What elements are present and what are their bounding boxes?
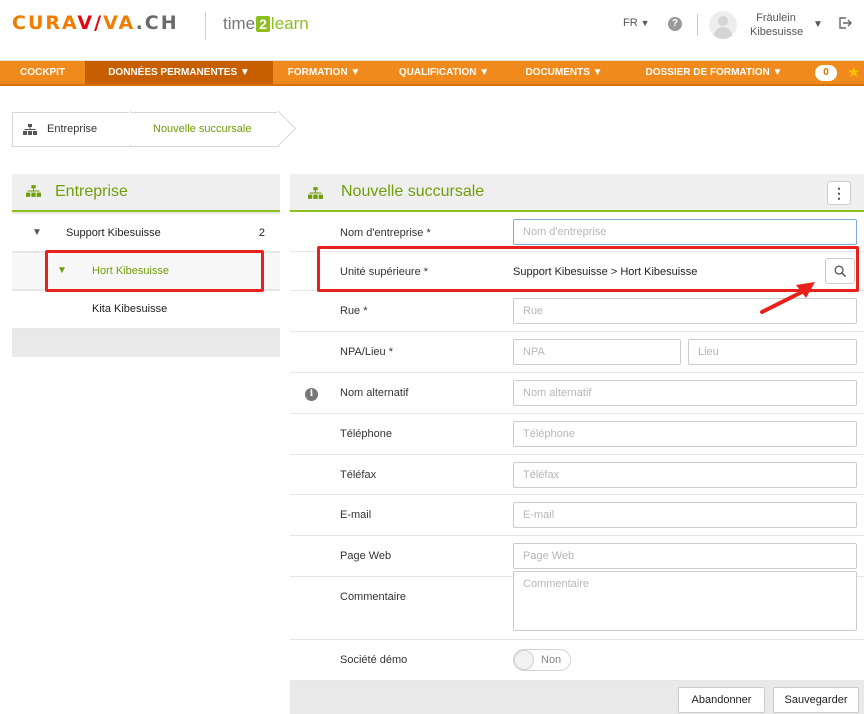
org-chart-icon: [308, 187, 323, 199]
org-chart-icon: [23, 123, 37, 135]
logo-divider: [205, 12, 206, 40]
company-name-label: Nom d'entreprise *: [340, 227, 431, 239]
street-input[interactable]: [513, 298, 857, 324]
company-name-input[interactable]: [513, 219, 857, 245]
form-title: Nouvelle succursale: [341, 183, 485, 200]
more-options-icon[interactable]: ⋮: [827, 181, 851, 205]
org-chart-icon: [26, 185, 41, 197]
form-row-fax: Téléfax: [290, 456, 864, 495]
tree-item-count: 2: [258, 227, 265, 239]
phone-label: Téléphone: [340, 428, 392, 440]
comment-textarea[interactable]: [513, 571, 857, 631]
alt-name-input[interactable]: [513, 380, 857, 406]
phone-input[interactable]: [513, 421, 857, 447]
fax-input[interactable]: [513, 462, 857, 488]
top-header: CURAV/VA.CH time 2 learn FR ▼ ? Fräulein Ki…: [0, 0, 864, 61]
demo-toggle[interactable]: Non: [513, 649, 571, 671]
user-name[interactable]: Fräulein Kibesuisse: [750, 11, 803, 39]
npa-city-label: NPA/Lieu *: [340, 346, 393, 358]
form-row-npa-city: NPA/Lieu *: [290, 333, 864, 373]
form-panel-header: Nouvelle succursale ⋮: [290, 174, 864, 212]
toggle-label: Non: [541, 654, 562, 666]
tree-panel-header: Entreprise: [12, 174, 280, 212]
logout-icon[interactable]: [838, 16, 852, 30]
tree-item-label: Support Kibesuisse: [66, 227, 161, 239]
main-nav: COCKPIT DONNÉES PERMANENTES ▼ FORMATION …: [0, 61, 864, 86]
email-label: E-mail: [340, 509, 372, 521]
save-button[interactable]: Sauvegarder: [773, 687, 859, 713]
nav-cockpit[interactable]: COCKPIT: [0, 61, 85, 84]
help-icon[interactable]: ?: [668, 17, 682, 31]
email-input[interactable]: [513, 502, 857, 528]
form-row-street: Rue *: [290, 292, 864, 332]
user-menu-chevron-icon[interactable]: ▼: [813, 19, 823, 30]
breadcrumb-nouvelle-succursale[interactable]: Nouvelle succursale: [131, 112, 279, 147]
header-divider: [697, 14, 698, 36]
language-label: FR: [623, 17, 638, 29]
form-row-demo: Société démo Non: [290, 641, 864, 681]
form-row-phone: Téléphone: [290, 415, 864, 455]
notification-badge[interactable]: 0: [815, 65, 837, 81]
form-row-alt-name: i Nom alternatif: [290, 374, 864, 414]
toggle-knob: [514, 650, 534, 670]
fax-label: Téléfax: [340, 469, 377, 481]
city-input[interactable]: [688, 339, 857, 365]
npa-input[interactable]: [513, 339, 681, 365]
tree-panel-title: Entreprise: [55, 183, 128, 200]
street-label: Rue *: [340, 305, 368, 317]
highlight-box-tree-item: [45, 250, 264, 292]
info-icon[interactable]: i: [305, 388, 318, 401]
star-icon[interactable]: ★: [847, 64, 860, 81]
form-footer: Abandonner Sauvegarder: [290, 681, 864, 714]
time2learn-logo[interactable]: time 2 learn: [223, 14, 309, 34]
cancel-button[interactable]: Abandonner: [678, 687, 765, 713]
tree-item-label: Kita Kibesuisse: [92, 303, 168, 315]
comment-label: Commentaire: [340, 591, 407, 603]
nav-donnees-permanentes[interactable]: DONNÉES PERMANENTES ▼: [85, 61, 273, 84]
nav-qualification[interactable]: QUALIFICATION ▼: [385, 61, 503, 84]
highlight-box-parent-unit: [317, 246, 859, 292]
website-label: Page Web: [340, 550, 392, 562]
avatar[interactable]: [709, 11, 737, 39]
demo-label: Société démo: [340, 654, 408, 666]
form-row-comment: Commentaire: [290, 571, 864, 640]
alt-name-label: Nom alternatif: [340, 387, 409, 399]
nav-dossier-formation[interactable]: DOSSIER DE FORMATION ▼: [629, 61, 799, 84]
tree-item-kita-kibesuisse[interactable]: Kita Kibesuisse: [12, 291, 280, 329]
chevron-down-icon: ▼: [640, 18, 650, 28]
language-selector[interactable]: FR ▼: [623, 17, 650, 29]
form-row-email: E-mail: [290, 496, 864, 536]
expand-triangle-icon[interactable]: ▼: [32, 227, 42, 238]
nav-documents[interactable]: DOCUMENTS ▼: [513, 61, 615, 84]
website-input[interactable]: [513, 543, 857, 569]
nav-formation[interactable]: FORMATION ▼: [273, 61, 375, 84]
tree-item-support-kibesuisse[interactable]: ▼ Support Kibesuisse 2: [12, 214, 280, 252]
curaviva-logo[interactable]: CURAV/VA.CH: [12, 12, 179, 34]
